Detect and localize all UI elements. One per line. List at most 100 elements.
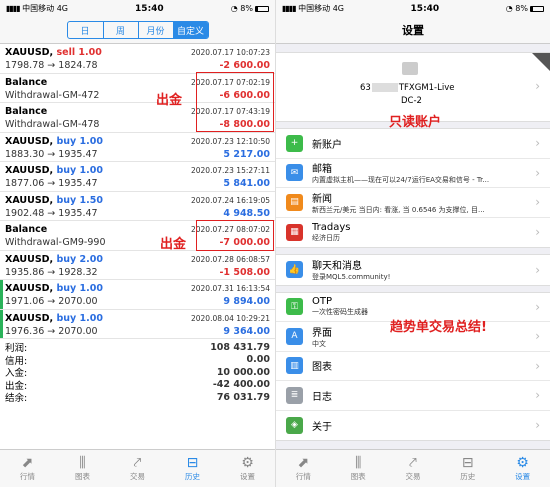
period-tab[interactable]: 周 bbox=[102, 22, 138, 38]
trade-row[interactable]: XAUUSD, buy 1.00 2020.07.23 12:10:50 1883.… bbox=[0, 133, 275, 162]
trade-symbol: XAUUSD, buy 1.00 bbox=[5, 165, 103, 176]
trade-row-header: XAUUSD, buy 2.00 2020.07.28 06:08:57 bbox=[5, 253, 270, 266]
trade-prices: 1976.36 → 2070.00 bbox=[5, 325, 98, 337]
summary-label: 结余: bbox=[5, 393, 28, 405]
trade-side: buy 1.00 bbox=[56, 312, 103, 324]
chevron-right-icon: › bbox=[535, 262, 540, 277]
journal-icon: ≣ bbox=[286, 386, 303, 404]
trade-side: buy 1.00 bbox=[56, 165, 103, 176]
trade-row-detail: 1971.06 → 2070.00 9 894.00 bbox=[5, 295, 270, 308]
open-position-marker bbox=[0, 280, 3, 309]
trade-row-header: XAUUSD, sell 1.00 2020.07.17 10:07:23 bbox=[5, 46, 270, 59]
trade-row-header: XAUUSD, buy 1.50 2020.07.24 16:19:05 bbox=[5, 194, 270, 207]
settings-item[interactable]: 👍 聊天和消息 登录MQL5.community! › bbox=[276, 255, 550, 285]
tab-history[interactable]: ⊟ 历史 bbox=[165, 450, 220, 487]
settings-item-text: 聊天和消息 登录MQL5.community! bbox=[312, 257, 390, 282]
about-icon: ◈ bbox=[286, 416, 303, 434]
settings-item-text: 图表 bbox=[312, 358, 332, 373]
tab-trade[interactable]: ⤤ 交易 bbox=[110, 450, 165, 487]
tab-label: 设置 bbox=[240, 472, 255, 481]
settings-item[interactable]: ◈ 关于 › bbox=[276, 411, 550, 441]
chevron-right-icon: › bbox=[535, 79, 540, 93]
settings-item-title: Tradays bbox=[312, 221, 351, 233]
bottom-tab-bar: ⬈ 行情 ⫼ 图表 ⤤ 交易 ⊟ 历史 ⚙ 设置 bbox=[276, 449, 550, 487]
tab-chart[interactable]: ⫼ 图表 bbox=[331, 450, 386, 487]
trade-row[interactable]: XAUUSD, buy 1.50 2020.07.24 16:19:05 1902.… bbox=[0, 192, 275, 221]
symbol-name: XAUUSD, bbox=[5, 135, 54, 147]
highlight-box bbox=[196, 72, 274, 132]
trade-row[interactable]: XAUUSD, buy 1.00 2020.08.04 10:29:21 1976.… bbox=[0, 309, 275, 339]
annotation-readonly-account: 只读账户 bbox=[389, 115, 442, 130]
tab-chart[interactable]: ⫼ 图表 bbox=[55, 450, 110, 487]
tab-trade[interactable]: ⤤ 交易 bbox=[386, 450, 441, 487]
trade-time: 2020.07.23 15:27:11 bbox=[190, 166, 270, 175]
settings-item-title: 日志 bbox=[312, 391, 332, 403]
chevron-right-icon: › bbox=[535, 388, 540, 403]
settings-item-text: Tradays 经济日历 bbox=[312, 222, 350, 243]
tab-settings[interactable]: ⚙ 设置 bbox=[495, 450, 550, 487]
trade-row[interactable]: XAUUSD, sell 1.00 2020.07.17 10:07:23 1798… bbox=[0, 44, 275, 74]
settings-item-subtitle: 新西兰元/美元 当日内: 看涨, 当 0.6546 为支撑位, 目... bbox=[312, 205, 485, 214]
summary-row: 信用: 0.00 bbox=[5, 354, 270, 367]
tab-label: 历史 bbox=[185, 472, 200, 481]
trade-row-detail: 1935.86 → 1928.32 -1 508.00 bbox=[5, 266, 270, 279]
quotes-icon: ⬈ bbox=[297, 455, 310, 471]
trade-prices: 1883.30 → 1935.47 bbox=[5, 148, 98, 160]
trade-row-detail: 1798.78 → 1824.78 -2 600.00 bbox=[5, 59, 270, 72]
tab-label: 行情 bbox=[295, 472, 311, 481]
trade-row-detail: 1976.36 → 2070.00 9 364.00 bbox=[5, 325, 270, 338]
period-tab[interactable]: 自定义 bbox=[172, 22, 208, 38]
alarm-icon: ◔ bbox=[230, 4, 238, 13]
settings-item-text: 关于 bbox=[312, 418, 332, 433]
trade-profit: 5 841.00 bbox=[223, 178, 270, 189]
trade-row[interactable]: XAUUSD, buy 1.00 2020.07.23 15:27:11 1877.… bbox=[0, 162, 275, 192]
settings-item[interactable]: + 新账户 › bbox=[276, 129, 550, 159]
period-tab[interactable]: 月份 bbox=[137, 22, 173, 38]
settings-item-subtitle: 内置虚拟主机——现在可以24/7运行EA交易和信号 - Tr... bbox=[312, 176, 490, 185]
settings-item[interactable]: ▥ 图表 › bbox=[276, 352, 550, 381]
tab-history[interactable]: ⊟ 历史 bbox=[440, 450, 495, 487]
tab-label: 图表 bbox=[350, 472, 366, 481]
tab-label: 行情 bbox=[20, 472, 35, 481]
history-icon: ⊟ bbox=[186, 455, 199, 471]
network: 4G bbox=[56, 4, 68, 13]
trade-time: 2020.07.23 12:10:50 bbox=[190, 136, 270, 146]
tab-quotes[interactable]: ⬈ 行情 bbox=[276, 450, 331, 487]
settings-item[interactable]: ▤ 新闻 新西兰元/美元 当日内: 看涨, 当 0.6546 为支撑位, 目... › bbox=[276, 188, 550, 218]
trade-profit: 5 217.00 bbox=[223, 148, 270, 160]
trade-row-detail: 1902.48 → 1935.47 4 948.50 bbox=[5, 207, 270, 220]
trade-row[interactable]: XAUUSD, buy 1.00 2020.07.31 16:13:54 1971.… bbox=[0, 280, 275, 310]
history-summary: 利润: 108 431.79 信用: 0.00 入金: 10 000.00 出金: -42 4… bbox=[0, 339, 275, 406]
trade-side: buy 1.00 bbox=[56, 135, 103, 147]
settings-icon: ⚙ bbox=[241, 455, 254, 471]
chevron-right-icon: › bbox=[535, 418, 540, 433]
trade-row-detail: 1877.06 → 1935.47 5 841.00 bbox=[5, 177, 270, 190]
settings-item-text: 新闻 新西兰元/美元 当日内: 看涨, 当 0.6546 为支撑位, 目... bbox=[312, 190, 485, 215]
carrier: 中国移动 bbox=[298, 4, 331, 13]
trade-prices: 1935.86 → 1928.32 bbox=[5, 266, 98, 278]
settings-item[interactable]: ≣ 日志 › bbox=[276, 381, 550, 411]
status-bar: ▮▮▮▮ 中国移动 4G 15:40 ◔ 8% bbox=[0, 0, 275, 17]
settings-item-text: 日志 bbox=[312, 388, 332, 403]
tab-quotes[interactable]: ⬈ 行情 bbox=[0, 450, 55, 487]
tab-label: 交易 bbox=[405, 472, 421, 481]
trade-prices: 1798.78 → 1824.78 bbox=[5, 60, 98, 71]
trade-side: buy 2.00 bbox=[56, 253, 103, 265]
settings-item[interactable]: ▦ Tradays 经济日历 › bbox=[276, 218, 550, 248]
trade-time: 2020.07.17 10:07:23 bbox=[190, 48, 270, 57]
trade-profit: -2 600.00 bbox=[219, 60, 270, 71]
carrier: 中国移动 bbox=[22, 4, 55, 13]
trade-row-header: XAUUSD, buy 1.00 2020.07.23 15:27:11 bbox=[5, 164, 270, 177]
trade-row-header: XAUUSD, buy 1.00 2020.07.23 12:10:50 bbox=[5, 135, 270, 148]
trade-prices: 1877.06 → 1935.47 bbox=[5, 178, 98, 189]
settings-item-title: 聊天和消息 bbox=[312, 261, 362, 273]
battery-icon bbox=[529, 5, 544, 12]
tab-settings[interactable]: ⚙ 设置 bbox=[220, 450, 275, 487]
trade-profit: 4 948.50 bbox=[223, 207, 270, 219]
period-selector-bar: 日周月份 自定义 bbox=[0, 17, 275, 44]
period-tab[interactable]: 日 bbox=[68, 22, 103, 38]
battery-icon bbox=[254, 5, 269, 12]
tab-label: 设置 bbox=[515, 472, 531, 481]
trade-row[interactable]: XAUUSD, buy 2.00 2020.07.28 06:08:57 1935.… bbox=[0, 251, 275, 280]
settings-item[interactable]: ✉ 邮箱 内置虚拟主机——现在可以24/7运行EA交易和信号 - Tr... › bbox=[276, 159, 550, 188]
